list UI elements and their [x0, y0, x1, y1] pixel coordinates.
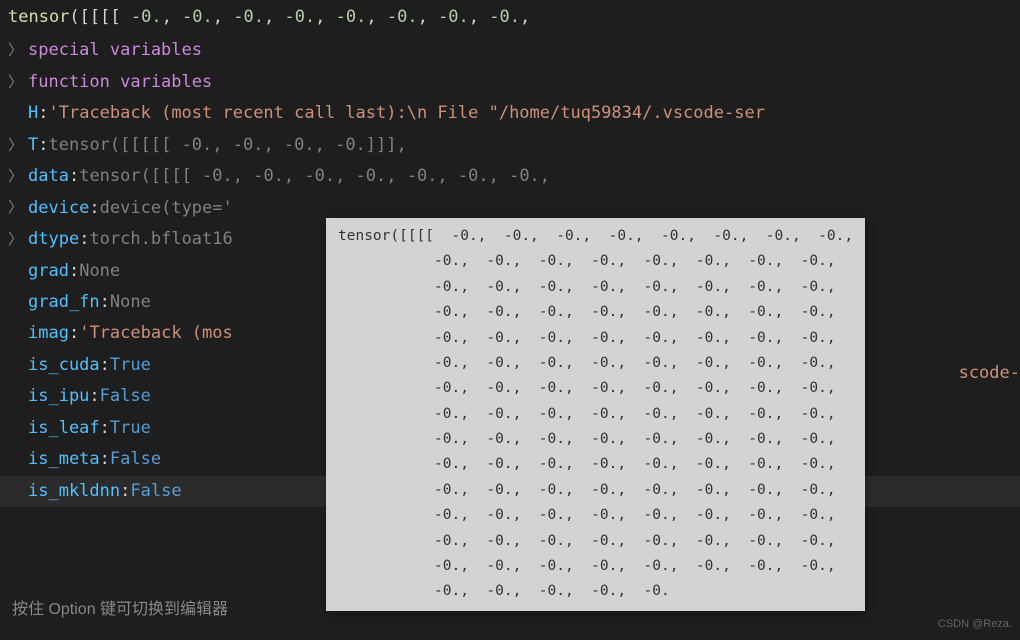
- var-H-row[interactable]: H: 'Traceback (most recent call last):\n…: [0, 98, 1020, 129]
- var-value: False: [100, 381, 151, 412]
- var-key: grad_fn: [28, 287, 100, 318]
- var-key: T: [28, 130, 38, 161]
- var-value: True: [110, 413, 151, 444]
- footer-hint: 按住 Option 键可切换到编辑器: [12, 595, 228, 625]
- function-variables-label: function variables: [28, 67, 212, 98]
- var-key: device: [28, 193, 89, 224]
- var-data-row[interactable]: 〉 data: tensor([[[[ -0., -0., -0., -0., …: [0, 161, 1020, 192]
- var-key: imag: [28, 318, 69, 349]
- var-device-prefix: device: [100, 193, 161, 224]
- var-key: is_ipu: [28, 381, 89, 412]
- var-key: H: [28, 98, 38, 129]
- var-value: ([[[[[ -0., -0., -0., -0.]]],: [110, 130, 407, 161]
- chevron-right-icon: 〉: [8, 163, 22, 191]
- var-value-module: torch: [89, 224, 140, 255]
- chevron-right-icon: 〉: [8, 69, 22, 97]
- var-tensor-prefix: tensor: [49, 130, 110, 161]
- var-key: data: [28, 161, 69, 192]
- hover-tooltip: tensor([[[[ -0., -0., -0., -0., -0., -0.…: [326, 218, 865, 611]
- var-value: None: [79, 256, 120, 287]
- var-tensor-prefix: tensor: [79, 161, 140, 192]
- var-key: grad: [28, 256, 69, 287]
- var-value: 'Traceback (most recent call last):\n Fi…: [49, 98, 765, 129]
- var-value: True: [110, 350, 151, 381]
- var-value: 'Traceback (mos: [79, 318, 233, 349]
- var-value: False: [110, 444, 161, 475]
- chevron-right-icon: 〉: [8, 132, 22, 160]
- var-value: None: [110, 287, 151, 318]
- var-key: is_meta: [28, 444, 100, 475]
- var-key: is_leaf: [28, 413, 100, 444]
- chevron-right-icon: 〉: [8, 194, 22, 222]
- var-value: ([[[[ -0., -0., -0., -0., -0., -0., -0.,: [141, 161, 550, 192]
- var-key: is_cuda: [28, 350, 100, 381]
- chevron-right-icon: 〉: [8, 37, 22, 65]
- var-key: is_mkldnn: [28, 476, 120, 507]
- chevron-right-icon: 〉: [8, 226, 22, 254]
- function-variables-row[interactable]: 〉 function variables: [0, 67, 1020, 98]
- var-value: False: [130, 476, 181, 507]
- var-key: dtype: [28, 224, 79, 255]
- var-value-type: .bfloat16: [141, 224, 233, 255]
- special-variables-label: special variables: [28, 35, 202, 66]
- special-variables-row[interactable]: 〉 special variables: [0, 35, 1020, 66]
- top-tensor-display: tensor([[[[ -0., -0., -0., -0., -0., -0.…: [0, 0, 1020, 35]
- var-T-row[interactable]: 〉 T: tensor([[[[[ -0., -0., -0., -0.]]],: [0, 130, 1020, 161]
- var-value: (type=': [161, 193, 233, 224]
- watermark: CSDN @Reza.: [938, 614, 1012, 634]
- bg-code-fragment: scode-: [959, 358, 1020, 389]
